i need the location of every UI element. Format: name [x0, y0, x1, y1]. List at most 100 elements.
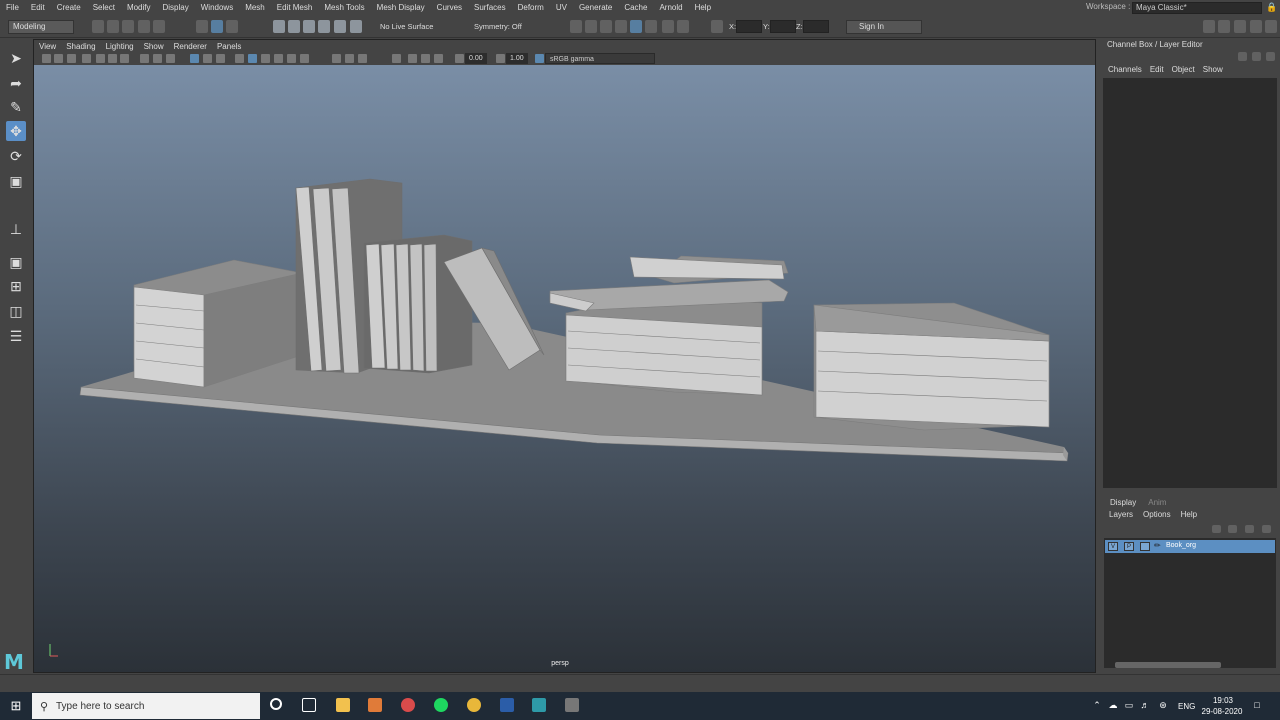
safe-action-icon[interactable]: [203, 54, 212, 63]
attribute-editor-icon[interactable]: [1234, 20, 1246, 33]
coord-x-field[interactable]: [736, 20, 762, 33]
panel-menu-show[interactable]: Show: [139, 42, 169, 51]
screen-space-ao-icon[interactable]: [332, 54, 341, 63]
layer-menu-options[interactable]: Options: [1138, 510, 1176, 519]
outliner-toggle-icon[interactable]: [1218, 20, 1230, 33]
clock-time[interactable]: 19:03: [1208, 696, 1238, 705]
menu-mesh[interactable]: Mesh: [239, 3, 271, 12]
wireframe-on-shaded-icon[interactable]: [261, 54, 270, 63]
menu-windows[interactable]: Windows: [195, 3, 239, 12]
select-object-icon[interactable]: [211, 20, 223, 33]
outliner-layout-icon[interactable]: ☰: [6, 326, 26, 346]
motion-blur-icon[interactable]: [345, 54, 354, 63]
menu-mesh-tools[interactable]: Mesh Tools: [318, 3, 370, 12]
viewport-3d[interactable]: [34, 65, 1095, 672]
menu-cache[interactable]: Cache: [618, 3, 653, 12]
field-chart-icon[interactable]: [190, 54, 199, 63]
exposure-field[interactable]: 0.00: [465, 53, 487, 64]
safe-title-icon[interactable]: [216, 54, 225, 63]
anti-aliasing-icon[interactable]: [358, 54, 367, 63]
cortana-icon[interactable]: [270, 698, 282, 710]
scale-tool-icon[interactable]: ▣: [6, 171, 26, 191]
color-management-icon[interactable]: [535, 54, 544, 63]
lasso-tool-icon[interactable]: ➦: [6, 73, 26, 93]
select-hierarchy-icon[interactable]: [196, 20, 208, 33]
layer-display-type-toggle[interactable]: [1140, 542, 1150, 551]
arnold-render-icon[interactable]: [662, 20, 674, 33]
menu-edit[interactable]: Edit: [25, 3, 51, 12]
show-manipulator-icon[interactable]: ⊥: [6, 219, 26, 239]
xray-icon[interactable]: [408, 54, 417, 63]
menu-arnold[interactable]: Arnold: [653, 3, 688, 12]
channel-settings-icon[interactable]: [1266, 52, 1275, 61]
menu-mesh-display[interactable]: Mesh Display: [371, 3, 431, 12]
app-icon[interactable]: [565, 698, 579, 712]
onedrive-icon[interactable]: ☁: [1108, 700, 1118, 710]
layer-menu-layers[interactable]: Layers: [1104, 510, 1138, 519]
panel-menu-shading[interactable]: Shading: [61, 42, 100, 51]
persp-outliner-layout-icon[interactable]: ◫: [6, 301, 26, 321]
menu-curves[interactable]: Curves: [431, 3, 468, 12]
pause-icon[interactable]: [677, 20, 689, 33]
snap-curve-icon[interactable]: [288, 20, 300, 33]
save-scene-icon[interactable]: [122, 20, 134, 33]
select-camera-icon[interactable]: [42, 54, 51, 63]
menu-select[interactable]: Select: [87, 3, 121, 12]
paint-select-icon[interactable]: ✎: [6, 97, 26, 117]
move-layer-up-icon[interactable]: [1212, 525, 1221, 533]
coord-z-field[interactable]: [803, 20, 829, 33]
lock-icon[interactable]: 🔒: [1266, 2, 1277, 13]
channel-sync-icon[interactable]: [1252, 52, 1261, 61]
tray-chevron-icon[interactable]: ⌃: [1092, 700, 1102, 710]
snap-vertex-icon[interactable]: [350, 20, 362, 33]
menu-generate[interactable]: Generate: [573, 3, 618, 12]
cb-menu-edit[interactable]: Edit: [1146, 65, 1168, 74]
snap-view-icon[interactable]: [318, 20, 330, 33]
cb-menu-object[interactable]: Object: [1168, 65, 1199, 74]
menu-surfaces[interactable]: Surfaces: [468, 3, 512, 12]
textured-icon[interactable]: [274, 54, 283, 63]
cb-menu-channels[interactable]: Channels: [1104, 65, 1146, 74]
symmetry-label[interactable]: Symmetry: Off: [474, 22, 522, 31]
sign-in-button[interactable]: Sign In: [846, 20, 922, 34]
transform-mode-icon[interactable]: [711, 20, 723, 33]
menu-uv[interactable]: UV: [550, 3, 573, 12]
channel-box-icon[interactable]: [1265, 20, 1277, 33]
notification-icon[interactable]: □: [1252, 700, 1262, 710]
vlc-icon[interactable]: [368, 698, 382, 712]
redo-icon[interactable]: [153, 20, 165, 33]
menu-edit-mesh[interactable]: Edit Mesh: [271, 3, 319, 12]
film-gate-icon[interactable]: [140, 54, 149, 63]
exposure-icon[interactable]: [455, 54, 464, 63]
menu-create[interactable]: Create: [51, 3, 87, 12]
xray-joints-icon[interactable]: [434, 54, 443, 63]
grid-icon[interactable]: [120, 54, 129, 63]
tool-settings-icon[interactable]: [1250, 20, 1262, 33]
file-explorer-icon[interactable]: [336, 698, 350, 712]
workspace-dropdown[interactable]: Maya Classic*: [1132, 2, 1262, 14]
menu-help[interactable]: Help: [689, 3, 717, 12]
layer-color-icon[interactable]: ✏: [1154, 542, 1162, 551]
panel-menu-renderer[interactable]: Renderer: [169, 42, 212, 51]
new-layer-icon[interactable]: [1245, 525, 1254, 533]
layer-playback-toggle[interactable]: P: [1124, 542, 1134, 551]
single-perspective-layout-icon[interactable]: ▣: [6, 252, 26, 272]
image-plane-icon[interactable]: [82, 54, 91, 63]
move-tool-icon[interactable]: ✥: [6, 121, 26, 141]
volume-icon[interactable]: ♬: [1140, 700, 1150, 710]
render-region-icon[interactable]: [570, 20, 582, 33]
grease-pencil-icon[interactable]: [108, 54, 117, 63]
layer-name[interactable]: Book_org: [1166, 542, 1196, 549]
cb-menu-show[interactable]: Show: [1199, 65, 1227, 74]
new-scene-icon[interactable]: [92, 20, 104, 33]
camera-attributes-icon[interactable]: [54, 54, 63, 63]
gamma-icon[interactable]: [496, 54, 505, 63]
network-icon[interactable]: ⊛: [1158, 700, 1168, 710]
chrome-icon[interactable]: [467, 698, 481, 712]
layer-scrollbar[interactable]: [1115, 662, 1221, 668]
gamma-field[interactable]: 1.00: [506, 53, 528, 64]
snap-surface-icon[interactable]: [334, 20, 346, 33]
snap-point-icon[interactable]: [303, 20, 315, 33]
tab-anim[interactable]: Anim: [1142, 497, 1172, 508]
screen-recorder-icon[interactable]: [401, 698, 415, 712]
